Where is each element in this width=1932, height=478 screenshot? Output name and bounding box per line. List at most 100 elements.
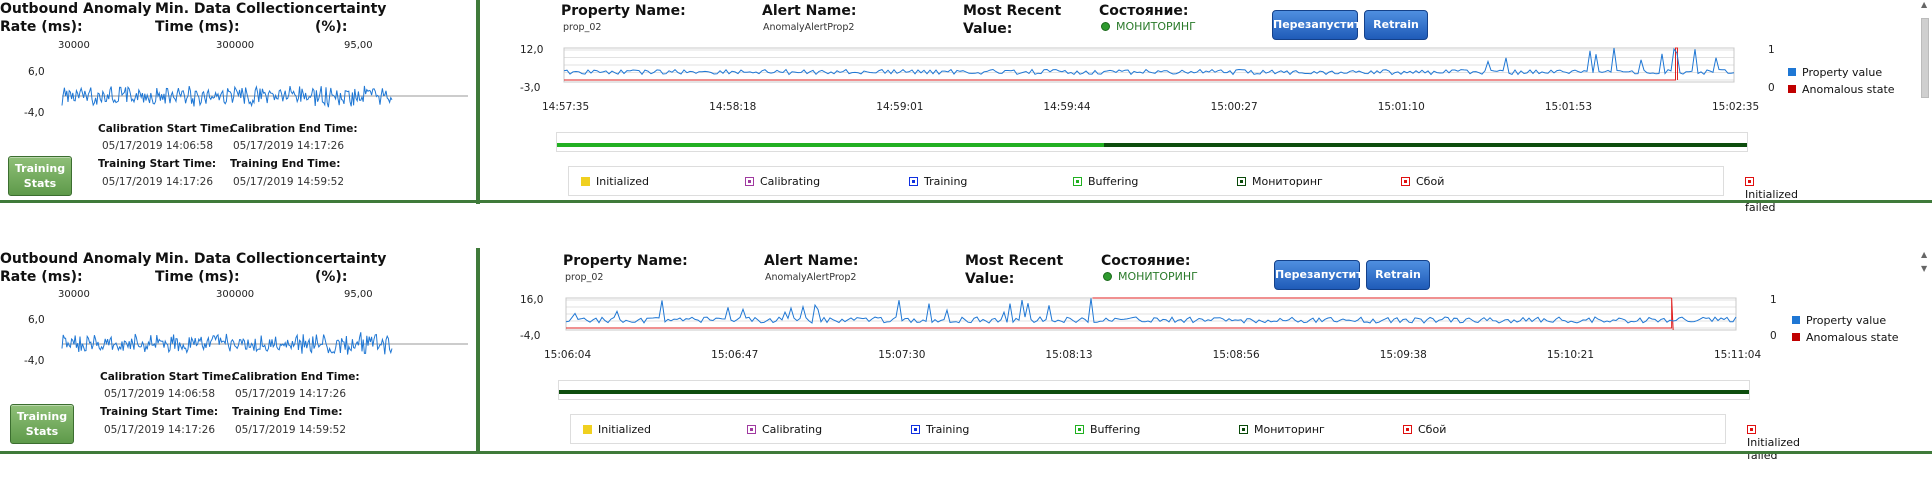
y-axis-min: -4,0 xyxy=(520,330,541,342)
state-legend-label: Initialized xyxy=(598,423,652,436)
state-legend-item: Training xyxy=(911,423,969,436)
state-legend-label: Initialized failed xyxy=(1747,436,1801,462)
state-legend-item: Initialized failed xyxy=(1745,175,1798,214)
state-legend-label: Сбой xyxy=(1418,423,1447,436)
state-swatch-icon xyxy=(911,425,920,434)
state-legend-label: Training xyxy=(924,175,968,188)
training-end-value: 05/17/2019 14:59:52 xyxy=(235,424,347,436)
certainty-value: 95,00 xyxy=(344,40,373,51)
state-swatch-icon xyxy=(1401,177,1410,186)
training-stats-button[interactable]: Training Stats xyxy=(8,156,72,196)
panel-divider xyxy=(0,200,1932,203)
certainty-value: 95,00 xyxy=(344,289,373,300)
min-collection-value: 300000 xyxy=(216,289,255,300)
status-dot-icon xyxy=(1101,22,1110,31)
property-name-value: prop_02 xyxy=(563,22,602,33)
legend-item-anomalous-state: Anomalous state xyxy=(1788,81,1924,98)
state-value: МОНИТОРИНГ xyxy=(1101,20,1196,33)
min-collection-label: Min. Data Collection Time (ms): xyxy=(155,251,315,285)
property-value-series xyxy=(563,47,1735,76)
state-timeline-bar xyxy=(558,380,1750,400)
state-swatch-icon xyxy=(745,177,754,186)
mini-chart-series xyxy=(61,332,393,355)
state-legend-label: Мониторинг xyxy=(1254,423,1325,436)
scroll-up-icon[interactable]: ▲ xyxy=(1921,250,1927,259)
time-series-chart xyxy=(563,47,1735,83)
calibration-end-label: Calibration End Time: xyxy=(230,123,358,135)
mini-chart-ymin: -4,0 xyxy=(24,355,45,367)
retrain-button[interactable]: Retrain xyxy=(1366,260,1430,290)
state-legend-label: Calibrating xyxy=(760,175,821,188)
alert-name-value: AnomalyAlertProp2 xyxy=(763,22,855,33)
calibration-end-value: 05/17/2019 14:17:26 xyxy=(233,140,345,152)
time-series-chart xyxy=(565,297,1737,331)
mini-chart-ymax: 6,0 xyxy=(28,314,45,326)
scroll-up-icon[interactable]: ▲ xyxy=(1921,0,1927,9)
scroll-down-icon[interactable]: ▼ xyxy=(1921,264,1927,273)
retrain-button[interactable]: Retrain xyxy=(1364,10,1428,40)
x-tick-label: 15:08:56 xyxy=(1212,349,1260,361)
restart-button[interactable]: Перезапустить xyxy=(1272,10,1368,40)
panel-settings: Outbound Anomaly Rate (ms): 30000 Min. Da… xyxy=(0,0,476,204)
calibration-start-value: 05/17/2019 14:06:58 xyxy=(102,140,214,152)
state-swatch-icon xyxy=(1239,425,1248,434)
x-tick-label: 14:58:18 xyxy=(709,101,757,113)
calibration-end-label: Calibration End Time: xyxy=(232,371,360,383)
most-recent-label: Most Recent Value: xyxy=(965,253,1064,287)
state-swatch-icon xyxy=(1745,177,1754,186)
chart-legend: Property value Anomalous state xyxy=(1788,64,1924,98)
state-legend-item: Мониторинг xyxy=(1239,423,1325,436)
state-legend-item: Мониторинг xyxy=(1237,175,1323,188)
mini-chart-ymin: -4,0 xyxy=(24,107,45,119)
alert-name-label: Alert Name: xyxy=(762,3,857,19)
monitor-panel: Outbound Anomaly Rate (ms): 30000 Min. Da… xyxy=(0,0,1932,214)
timeline-monitoring-segment xyxy=(559,390,1749,394)
mini-chart-ymax: 6,0 xyxy=(28,66,45,78)
vertical-scrollbar[interactable]: ▲ ▼ xyxy=(1918,248,1932,288)
calibration-start-value: 05/17/2019 14:06:58 xyxy=(104,388,216,400)
vertical-divider xyxy=(476,0,480,204)
legend-swatch-icon xyxy=(1788,85,1796,93)
training-stats-button[interactable]: Training Stats xyxy=(10,404,74,444)
timeline-buffering-segment xyxy=(557,143,1104,147)
state-legend-item: Сбой xyxy=(1401,175,1444,188)
mini-chart-series xyxy=(61,85,393,108)
state-legend-label: Training xyxy=(926,423,970,436)
vertical-scrollbar[interactable]: ▲ xyxy=(1918,0,1932,100)
training-end-value: 05/17/2019 14:59:52 xyxy=(233,176,345,188)
state-legend-item: Calibrating xyxy=(745,175,820,188)
most-recent-label: Most Recent Value: xyxy=(963,3,1062,37)
y-axis-max: 16,0 xyxy=(520,294,544,306)
restart-button[interactable]: Перезапустить xyxy=(1274,260,1370,290)
state-legend-label: Мониторинг xyxy=(1252,175,1323,188)
certainty-label: certainty (%): xyxy=(315,1,387,35)
property-value-series xyxy=(565,298,1737,324)
scroll-thumb[interactable] xyxy=(1921,18,1929,98)
state-label: Состояние: xyxy=(1101,253,1191,269)
x-tick-label: 15:08:13 xyxy=(1045,349,1093,361)
x-tick-label: 14:59:01 xyxy=(876,101,924,113)
property-name-label: Property Name: xyxy=(561,3,686,19)
certainty-label: certainty (%): xyxy=(315,251,387,285)
state-timeline-bar xyxy=(556,132,1748,152)
anomaly-state-line xyxy=(564,47,1678,81)
y-axis-max: 12,0 xyxy=(520,44,544,56)
training-end-label: Training End Time: xyxy=(230,158,341,170)
mini-chart xyxy=(61,332,468,355)
panel-divider xyxy=(0,451,1932,454)
min-collection-label: Min. Data Collection Time (ms): xyxy=(155,1,315,35)
vertical-divider xyxy=(476,248,480,452)
training-start-label: Training Start Time: xyxy=(100,406,219,418)
state-legend-item: Initialized xyxy=(581,175,649,188)
state-legend-item: Buffering xyxy=(1073,175,1138,188)
state-legend-item: Training xyxy=(909,175,967,188)
legend-swatch-icon xyxy=(1792,333,1800,341)
x-tick-label: 15:10:21 xyxy=(1546,349,1595,361)
y-axis-min: -3,0 xyxy=(520,82,541,94)
state-legend-item: Calibrating xyxy=(747,423,822,436)
state-swatch-icon xyxy=(909,177,918,186)
legend-swatch-icon xyxy=(1788,68,1796,76)
x-tick-label: 15:06:47 xyxy=(711,349,759,361)
timeline-monitoring-segment xyxy=(1104,143,1747,147)
calibration-start-label: Calibration Start Time: xyxy=(98,123,234,135)
